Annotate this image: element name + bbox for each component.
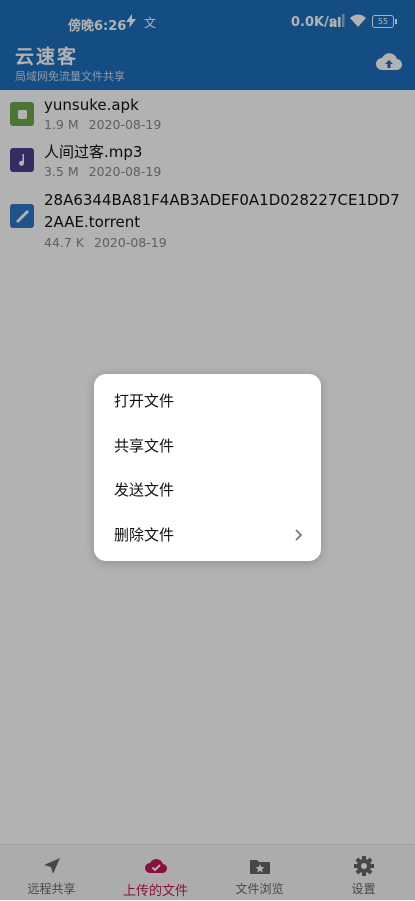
menu-item-share-file[interactable]: 共享文件 [114,426,304,466]
menu-item-delete-file[interactable]: 删除文件 [114,515,304,555]
menu-item-label: 发送文件 [114,481,175,499]
menu-item-open-file[interactable]: 打开文件 [114,381,304,421]
menu-item-label: 共享文件 [114,437,175,455]
menu-item-send-file[interactable]: 发送文件 [114,470,304,510]
menu-item-label: 打开文件 [114,392,175,410]
menu-item-label: 删除文件 [114,526,175,544]
chevron-right-icon [294,515,304,570]
file-context-menu: 打开文件 共享文件 发送文件 删除文件 [94,374,321,561]
